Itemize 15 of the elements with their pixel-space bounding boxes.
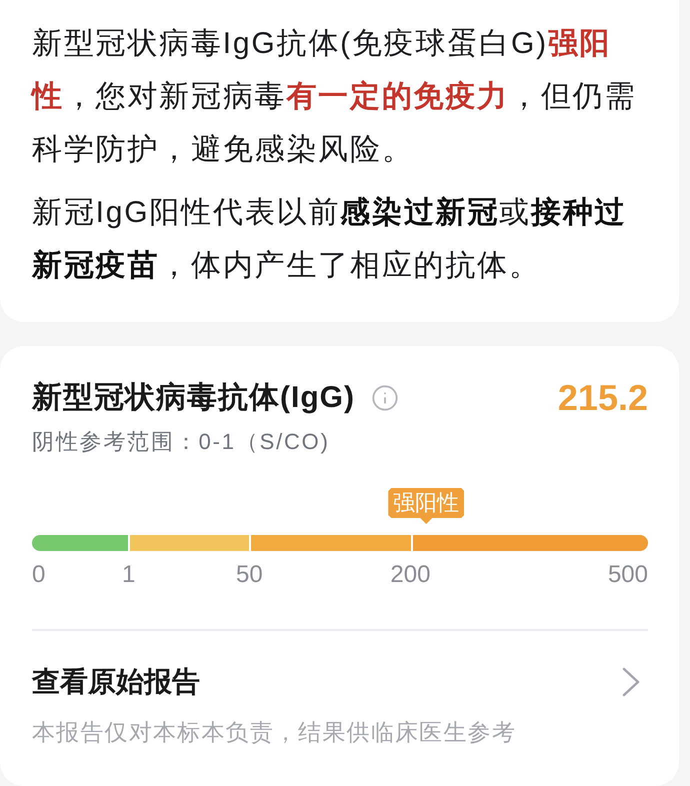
summary-paragraph: 新冠IgG阳性代表以前感染过新冠或接种过新冠疫苗，体内产生了相应的抗体。 — [32, 195, 628, 284]
scale-tick-label: 200 — [390, 561, 430, 589]
scale-tick-label: 0 — [32, 561, 46, 589]
result-badge: 强阳性 — [388, 488, 464, 524]
scale-tick-label: 50 — [236, 561, 263, 589]
scale-tick-label: 1 — [122, 561, 136, 589]
info-icon[interactable] — [370, 384, 399, 412]
chevron-right-icon — [622, 667, 640, 697]
scale-tick-label: 500 — [608, 561, 648, 589]
result-value: 215.2 — [558, 378, 648, 418]
reference-range: 阴性参考范围：0-1（S/CO) — [32, 428, 330, 456]
result-title: 新型冠状病毒抗体(IgG) — [32, 380, 355, 416]
disclaimer-text: 本报告仅对本标本负责，结果供临床医生参考 — [32, 718, 516, 746]
view-report-link[interactable]: 查看原始报告 — [32, 662, 648, 702]
summary-paragraph: 新型冠状病毒IgG抗体(免疫球蛋白G)强阳性，您对新冠病毒有一定的免疫力，但仍需科学防护，避免感染风险。 — [32, 26, 638, 168]
